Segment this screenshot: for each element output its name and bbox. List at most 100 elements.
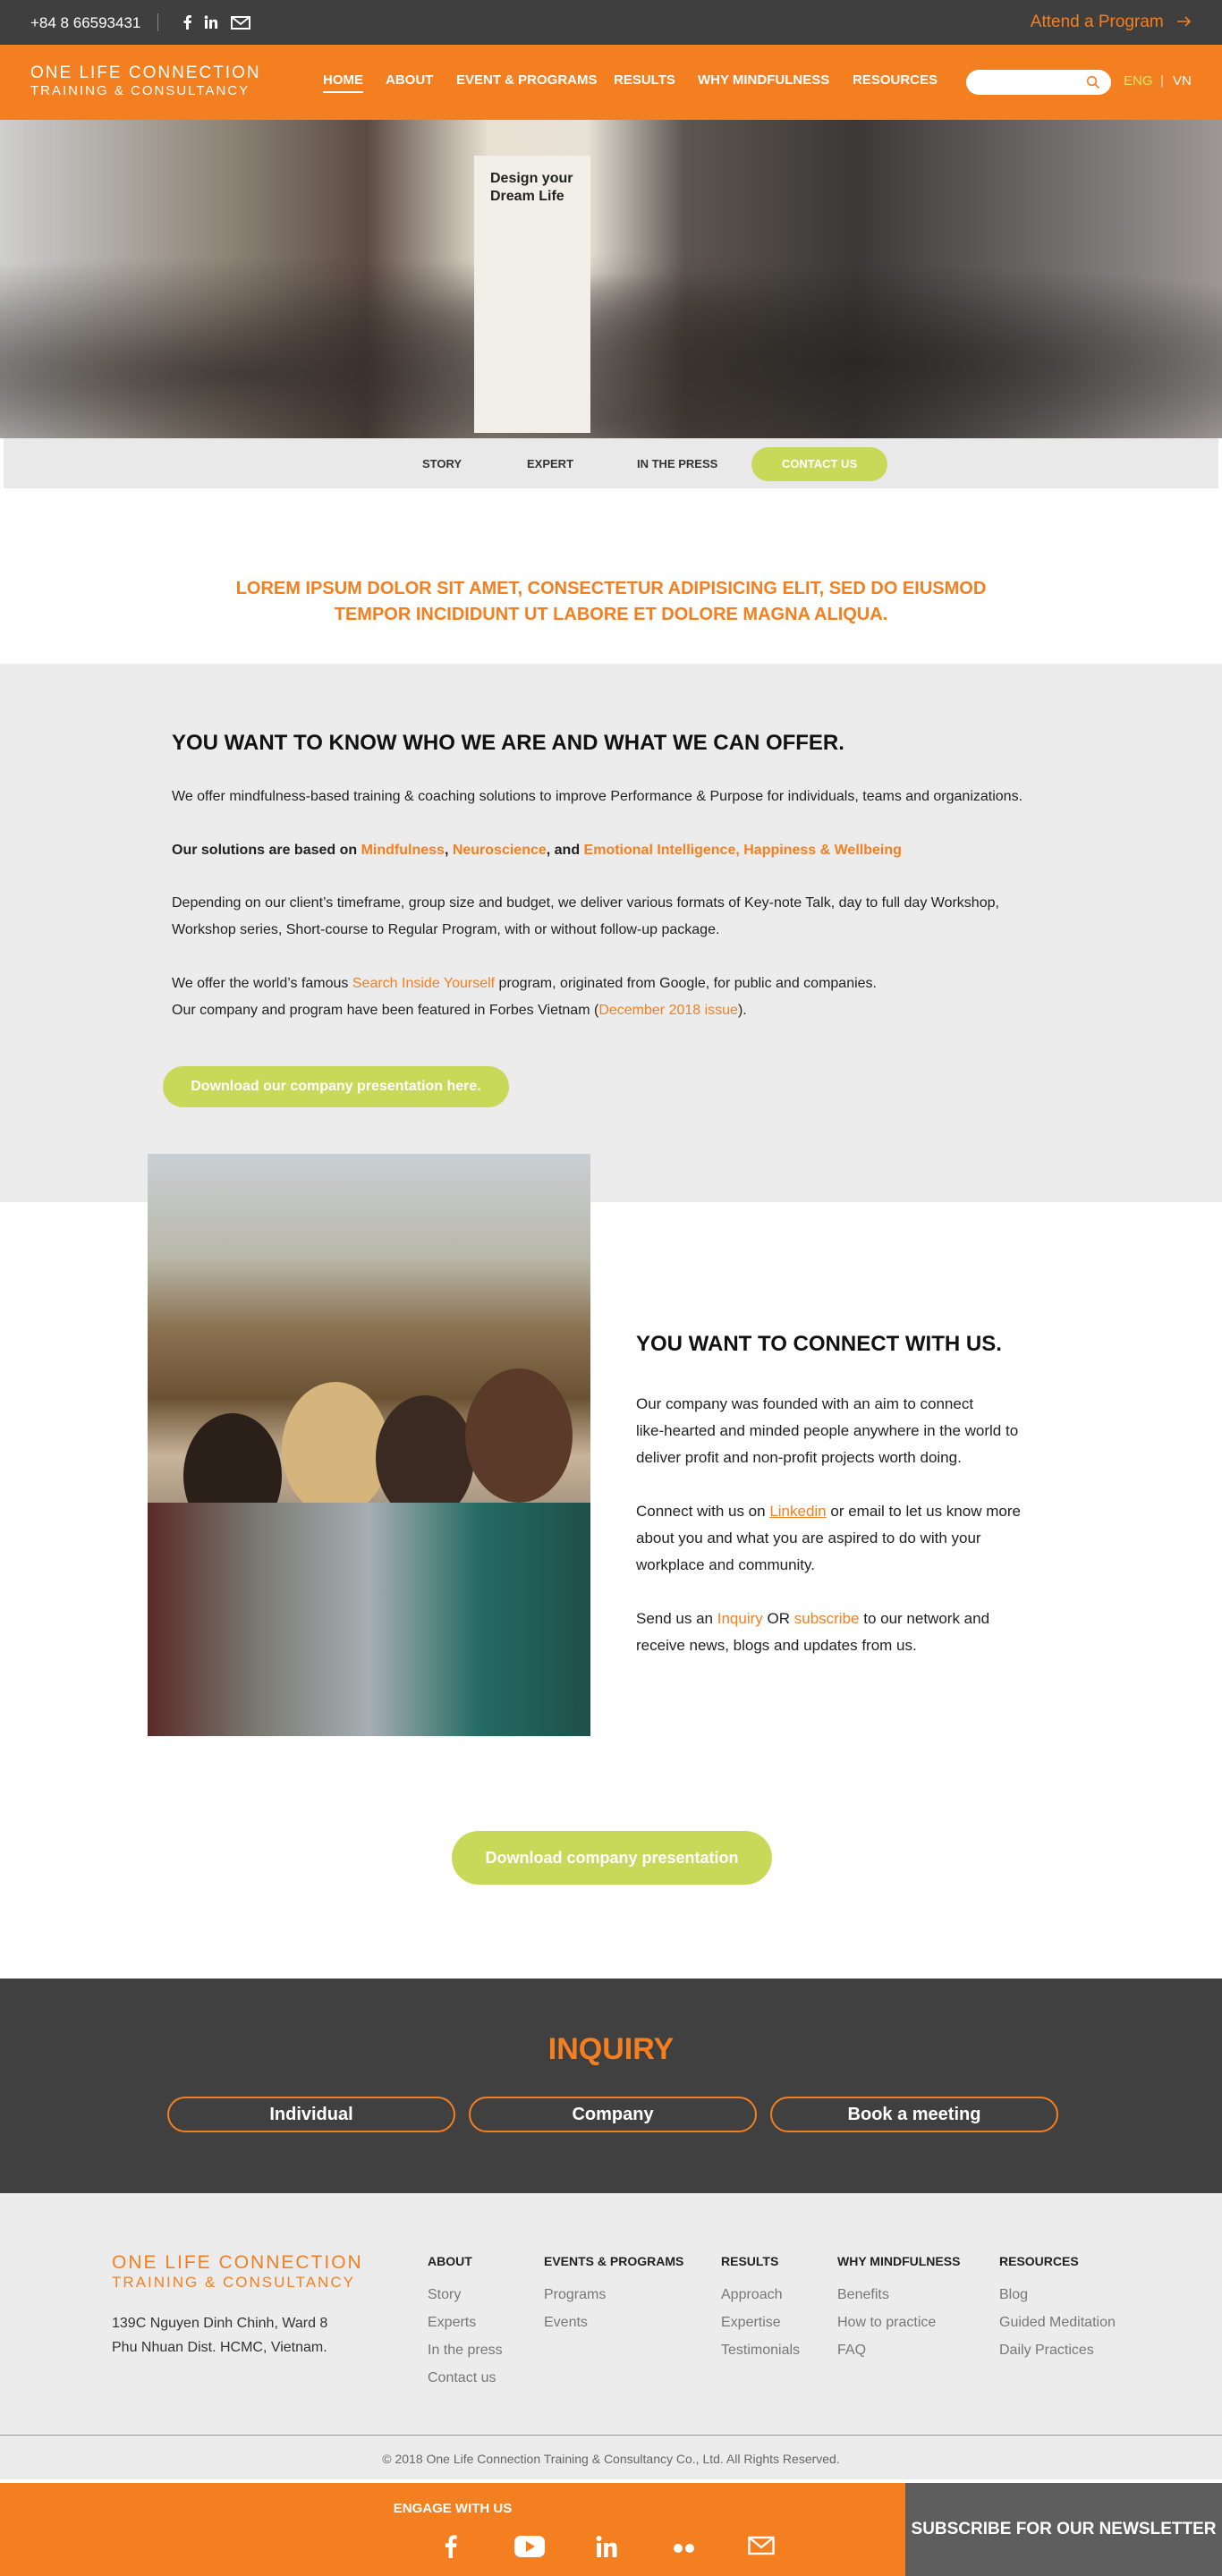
hero-banner-text: Design your Dream Life (490, 171, 573, 204)
lang-separator: | (1160, 73, 1164, 89)
attend-program-link[interactable]: Attend a Program (1031, 13, 1192, 32)
footer-address: 139C Nguyen Dinh Chinh, Ward 8 Phu Nhuan… (112, 2311, 327, 2360)
footer-link[interactable]: Expertise (721, 2309, 800, 2336)
connect-paragraph-1: Our company was founded with an aim to c… (636, 1391, 1018, 1471)
footer-col-heading[interactable]: ABOUT (428, 2254, 503, 2268)
nav-item-home[interactable]: HOME (323, 72, 363, 93)
search-input[interactable] (966, 70, 1111, 95)
footer-col-heading[interactable]: WHY MINDFULNESS (837, 2254, 960, 2268)
link-emotional-intelligence[interactable]: Emotional Intelligence, Happiness & Well… (584, 843, 902, 858)
mail-icon[interactable] (231, 13, 250, 31)
c1-line1: Our company was founded with an aim to c… (636, 1395, 974, 1412)
footer-col-heading[interactable]: RESOURCES (999, 2254, 1116, 2268)
nav-item-why-mindfulness[interactable]: WHY MINDFULNESS (698, 72, 829, 88)
subscribe-newsletter-button[interactable]: SUBSCRIBE FOR OUR NEWSLETTER (905, 2483, 1222, 2576)
inquiry-individual-button[interactable]: Individual (167, 2097, 455, 2132)
inquiry-section: INQUIRY Individual Company Book a meetin… (0, 1979, 1222, 2193)
link-forbes-issue[interactable]: December 2018 issue (598, 1003, 738, 1018)
link-inquiry[interactable]: Inquiry (717, 1610, 763, 1627)
footer-col-heading[interactable]: RESULTS (721, 2254, 800, 2268)
p4-prefix: We offer the world’s famous (172, 976, 352, 991)
subnav-story[interactable]: STORY (422, 457, 462, 470)
mail-icon[interactable] (748, 2535, 775, 2561)
divider (157, 13, 158, 31)
footer-link[interactable]: Testimonials (721, 2336, 800, 2364)
p5-prefix: Our company and program have been featur… (172, 1003, 599, 1018)
p2-sep1: , (444, 843, 453, 858)
intro-line2: TEMPOR INCIDIDUNT UT LABORE ET DOLORE MA… (334, 605, 888, 624)
top-bar: +84 8 66593431 Attend a Program (0, 0, 1222, 45)
nav-item-resources[interactable]: RESOURCES (853, 72, 938, 88)
footer-link[interactable]: Contact us (428, 2364, 503, 2392)
footer-link[interactable]: In the press (428, 2336, 503, 2364)
hero-image: Design your Dream Life (0, 120, 1222, 438)
c3-prefix: Send us an (636, 1610, 717, 1627)
youtube-icon[interactable] (514, 2535, 545, 2563)
lang-eng[interactable]: ENG (1124, 73, 1153, 89)
about-paragraph-3: Depending on our client’s timeframe, gro… (172, 890, 999, 944)
footer-divider (0, 2435, 1222, 2436)
footer: ONE LIFE CONNECTION TRAINING & CONSULTAN… (0, 2193, 1222, 2479)
subnav-expert[interactable]: EXPERT (527, 457, 573, 470)
footer-link[interactable]: Story (428, 2281, 503, 2309)
link-neuroscience[interactable]: Neuroscience (453, 843, 547, 858)
logo-line2[interactable]: TRAINING & CONSULTANCY (30, 83, 250, 98)
link-search-inside-yourself[interactable]: Search Inside Yourself (352, 976, 495, 991)
linkedin-icon[interactable] (596, 2535, 619, 2563)
arrow-right-icon (1177, 13, 1192, 31)
c2-line3: workplace and community. (636, 1556, 815, 1573)
about-paragraph-1: We offer mindfulness-based training & co… (172, 789, 1023, 804)
footer-link[interactable]: Experts (428, 2309, 503, 2336)
logo-line1[interactable]: ONE LIFE CONNECTION (30, 64, 261, 82)
inquiry-title: INQUIRY (547, 2032, 675, 2066)
c1-line2: like-hearted and minded people anywhere … (636, 1422, 1019, 1439)
link-subscribe[interactable]: subscribe (794, 1610, 860, 1627)
footer-link[interactable]: Guided Meditation (999, 2309, 1116, 2336)
address-line2: Phu Nhuan Dist. HCMC, Vietnam. (112, 2340, 327, 2355)
nav-item-about[interactable]: ABOUT (386, 72, 433, 88)
link-linkedin[interactable]: Linkedin (769, 1503, 826, 1520)
engage-title: ENGAGE WITH US (393, 2501, 513, 2516)
c1-line3: deliver profit and non-profit projects w… (636, 1449, 962, 1466)
subnav-contact-us[interactable]: CONTACT US (751, 447, 887, 481)
copyright: © 2018 One Life Connection Training & Co… (382, 2452, 840, 2466)
connect-heading: YOU WANT TO CONNECT WITH US. (636, 1332, 1002, 1356)
linkedin-icon[interactable] (202, 13, 220, 31)
footer-link[interactable]: FAQ (837, 2336, 960, 2364)
subnav-in-the-press[interactable]: IN THE PRESS (637, 457, 717, 470)
attend-program-label: Attend a Program (1030, 13, 1164, 31)
hero-crowd (0, 224, 1222, 438)
footer-link[interactable]: How to practice (837, 2309, 960, 2336)
facebook-icon[interactable] (444, 2535, 458, 2563)
footer-col-about: ABOUT Story Experts In the press Contact… (428, 2254, 503, 2392)
inquiry-book-meeting-button[interactable]: Book a meeting (770, 2097, 1058, 2132)
intro-line1: LOREM IPSUM DOLOR SIT AMET, CONSECTETUR … (235, 579, 987, 598)
download-presentation-button[interactable]: Download our company presentation here. (163, 1066, 509, 1107)
inquiry-company-button[interactable]: Company (469, 2097, 757, 2132)
lang-vn[interactable]: VN (1173, 73, 1192, 89)
link-mindfulness[interactable]: Mindfulness (361, 843, 445, 858)
footer-link[interactable]: Benefits (837, 2281, 960, 2309)
download-company-presentation-button[interactable]: Download company presentation (452, 1831, 772, 1885)
footer-link[interactable]: Events (544, 2309, 683, 2336)
footer-link[interactable]: Daily Practices (999, 2336, 1116, 2364)
footer-link[interactable]: Blog (999, 2281, 1116, 2309)
footer-logo-line2[interactable]: TRAINING & CONSULTANCY (112, 2274, 355, 2292)
about-section: YOU WANT TO KNOW WHO WE ARE AND WHAT WE … (0, 664, 1222, 1202)
footer-link[interactable]: Approach (721, 2281, 800, 2309)
p3-line2: Workshop series, Short-course to Regular… (172, 922, 720, 937)
p3-line1: Depending on our client’s timeframe, gro… (172, 895, 999, 911)
nav-item-event-programs[interactable]: EVENT & PROGRAMS (456, 72, 598, 88)
p4-suffix: program, originated from Google, for pub… (495, 976, 877, 991)
footer-col-resources: RESOURCES Blog Guided Meditation Daily P… (999, 2254, 1116, 2364)
footer-col-heading[interactable]: EVENTS & PROGRAMS (544, 2254, 683, 2268)
phone-number[interactable]: +84 8 66593431 (30, 14, 140, 32)
flickr-icon[interactable] (673, 2542, 696, 2558)
sub-nav: STORY EXPERT IN THE PRESS CONTACT US (4, 438, 1218, 488)
facebook-icon[interactable] (179, 13, 197, 31)
nav-item-results[interactable]: RESULTS (614, 72, 675, 88)
footer-link[interactable]: Programs (544, 2281, 683, 2309)
connect-paragraph-2: Connect with us on Linkedin or email to … (636, 1498, 1021, 1579)
connect-paragraph-3: Send us an Inquiry OR subscribe to our n… (636, 1606, 989, 1659)
footer-logo-line1[interactable]: ONE LIFE CONNECTION (112, 2252, 363, 2274)
